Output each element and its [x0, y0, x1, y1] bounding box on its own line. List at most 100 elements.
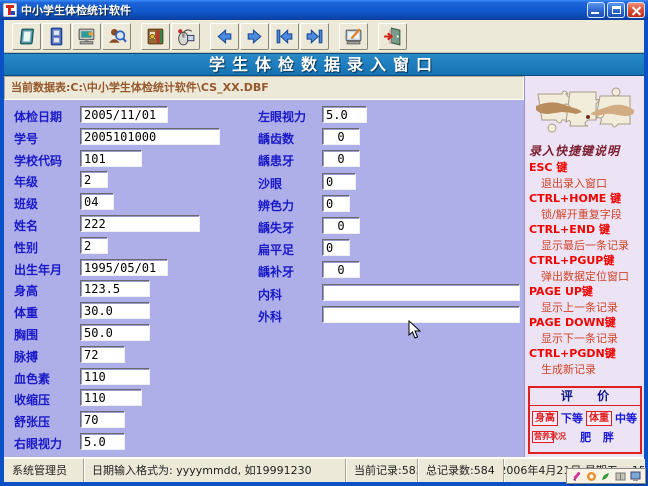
- bookshelf-lock-icon: [145, 26, 166, 47]
- file-cabinet-icon: [46, 26, 67, 47]
- shortcut-list: ESC 键退出录入窗口CTRL+HOME 键锁/解开重复字段CTRL+END 键…: [525, 160, 645, 377]
- maximize-button[interactable]: [607, 2, 625, 18]
- student-name-field[interactable]: [80, 215, 200, 232]
- student-id-field[interactable]: [80, 128, 220, 145]
- exit-door-icon: [382, 26, 403, 47]
- file-cabinet-button[interactable]: [42, 23, 71, 50]
- evaluation-panel: 评 价 身高 下等 体重 中等 营养状况 肥 胖: [528, 386, 642, 454]
- prev-record-button[interactable]: [210, 23, 239, 50]
- exit-button[interactable]: [378, 23, 407, 50]
- status-total-records: 总记录数:584: [418, 459, 504, 482]
- shortcut-desc-0: 退出录入窗口: [525, 176, 645, 192]
- shortcut-desc-6: 生成新记录: [525, 362, 645, 378]
- mouse-tools-icon: [175, 26, 196, 47]
- mouse-tools-button[interactable]: [171, 23, 200, 50]
- nutrition-tag: 营养状况: [532, 431, 554, 443]
- nutrition-eval-value: 肥 胖: [560, 429, 638, 445]
- height-field[interactable]: [80, 280, 150, 297]
- trachoma-field[interactable]: [322, 173, 356, 190]
- shortcut-key-4: PAGE UP键: [525, 284, 645, 300]
- hemoglobin-field[interactable]: [80, 368, 150, 385]
- systolic-label: 收缩压: [14, 391, 50, 408]
- left-vision-field[interactable]: [322, 106, 367, 123]
- leaf-tray-icon[interactable]: [600, 471, 611, 482]
- shortcut-desc-1: 锁/解开重复字段: [525, 207, 645, 223]
- first-record-button[interactable]: [270, 23, 299, 50]
- status-current-record: 当前记录:583: [346, 459, 418, 482]
- first-record-icon: [274, 26, 295, 47]
- school-code-label: 学校代码: [14, 152, 62, 169]
- bookshelf-lock-button[interactable]: [141, 23, 170, 50]
- shortcut-desc-5: 显示下一条记录: [525, 331, 645, 347]
- class-label: 班级: [14, 195, 38, 212]
- decayed-teeth-field[interactable]: [322, 150, 360, 167]
- surgery-field[interactable]: [322, 306, 520, 323]
- shortcut-key-6: CTRL+PGDN键: [525, 346, 645, 362]
- height-tag: 身高: [532, 411, 558, 426]
- student-name-label: 姓名: [14, 217, 38, 234]
- minimize-button[interactable]: [587, 2, 605, 18]
- diastolic-field[interactable]: [80, 411, 125, 428]
- internal-medicine-label: 内科: [258, 286, 282, 303]
- shortcut-heading: 录入快捷键说明: [529, 142, 641, 159]
- next-record-button[interactable]: [240, 23, 269, 50]
- missing-teeth-label: 龋失牙: [258, 219, 294, 236]
- weight-tag: 体重: [586, 411, 612, 426]
- search-person-button[interactable]: [102, 23, 131, 50]
- tray-popup[interactable]: [566, 468, 646, 484]
- close-button[interactable]: [627, 2, 645, 18]
- status-user: 系统管理员: [4, 459, 84, 482]
- caries-count-field[interactable]: [322, 128, 360, 145]
- last-record-button[interactable]: [300, 23, 329, 50]
- status-bar: 系统管理员 日期输入格式为: yyyymmdd, 如19991230 当前记录:…: [4, 457, 644, 482]
- right-vision-field[interactable]: [80, 433, 125, 450]
- notebook-button[interactable]: [12, 23, 41, 50]
- status-hint: 日期输入格式为: yyyymmdd, 如19991230: [84, 459, 346, 482]
- evaluation-title: 评 价: [530, 388, 640, 406]
- prev-record-icon: [214, 26, 235, 47]
- missing-teeth-field[interactable]: [322, 217, 360, 234]
- app-window: 中小学生体检统计软件: [0, 0, 648, 486]
- decayed-teeth-label: 龋患牙: [258, 152, 294, 169]
- color-vision-field[interactable]: [322, 195, 350, 212]
- school-code-field[interactable]: [80, 150, 142, 167]
- weight-label: 体重: [14, 304, 38, 321]
- shortcut-key-0: ESC 键: [525, 160, 645, 176]
- systolic-field[interactable]: [80, 389, 142, 406]
- grid-tray-icon[interactable]: [615, 471, 626, 482]
- letter-tray-icon[interactable]: [586, 471, 597, 482]
- window-border-bottom: [0, 482, 648, 486]
- exam-date-field[interactable]: [80, 106, 168, 123]
- hemoglobin-label: 血色素: [14, 370, 50, 387]
- notebook-icon: [16, 26, 37, 47]
- trachoma-label: 沙眼: [258, 175, 282, 192]
- computer-button[interactable]: [72, 23, 101, 50]
- title-bar: 中小学生体检统计软件: [0, 0, 648, 20]
- pulse-field[interactable]: [80, 346, 125, 363]
- edit-screen-button[interactable]: [339, 23, 368, 50]
- flat-foot-field[interactable]: [322, 239, 350, 256]
- toolbar: [4, 20, 644, 53]
- internal-medicine-field[interactable]: [322, 284, 520, 301]
- puzzle-hands-image: [530, 84, 640, 138]
- left-vision-label: 左眼视力: [258, 108, 306, 125]
- monitor-tray-icon[interactable]: [630, 471, 641, 482]
- app-icon: [3, 3, 17, 17]
- gender-label: 性别: [14, 239, 38, 256]
- gender-field[interactable]: [80, 237, 108, 254]
- weight-field[interactable]: [80, 302, 150, 319]
- entry-form: 体检日期学号学校代码年级班级姓名性别出生年月身高体重胸围脉搏血色素收缩压舒张压右…: [4, 100, 524, 457]
- pulse-label: 脉搏: [14, 348, 38, 365]
- filled-teeth-field[interactable]: [322, 261, 360, 278]
- birth-date-field[interactable]: [80, 259, 168, 276]
- class-field[interactable]: [80, 193, 114, 210]
- pen-tray-icon[interactable]: [571, 471, 582, 482]
- shortcut-desc-3: 弹出数据定位窗口: [525, 269, 645, 285]
- side-panel: 录入快捷键说明 ESC 键退出录入窗口CTRL+HOME 键锁/解开重复字段CT…: [524, 76, 644, 457]
- birth-date-label: 出生年月: [14, 261, 62, 278]
- height-label: 身高: [14, 282, 38, 299]
- grade-field[interactable]: [80, 171, 108, 188]
- chest-field[interactable]: [80, 324, 150, 341]
- filled-teeth-label: 龋补牙: [258, 263, 294, 280]
- search-person-icon: [106, 26, 127, 47]
